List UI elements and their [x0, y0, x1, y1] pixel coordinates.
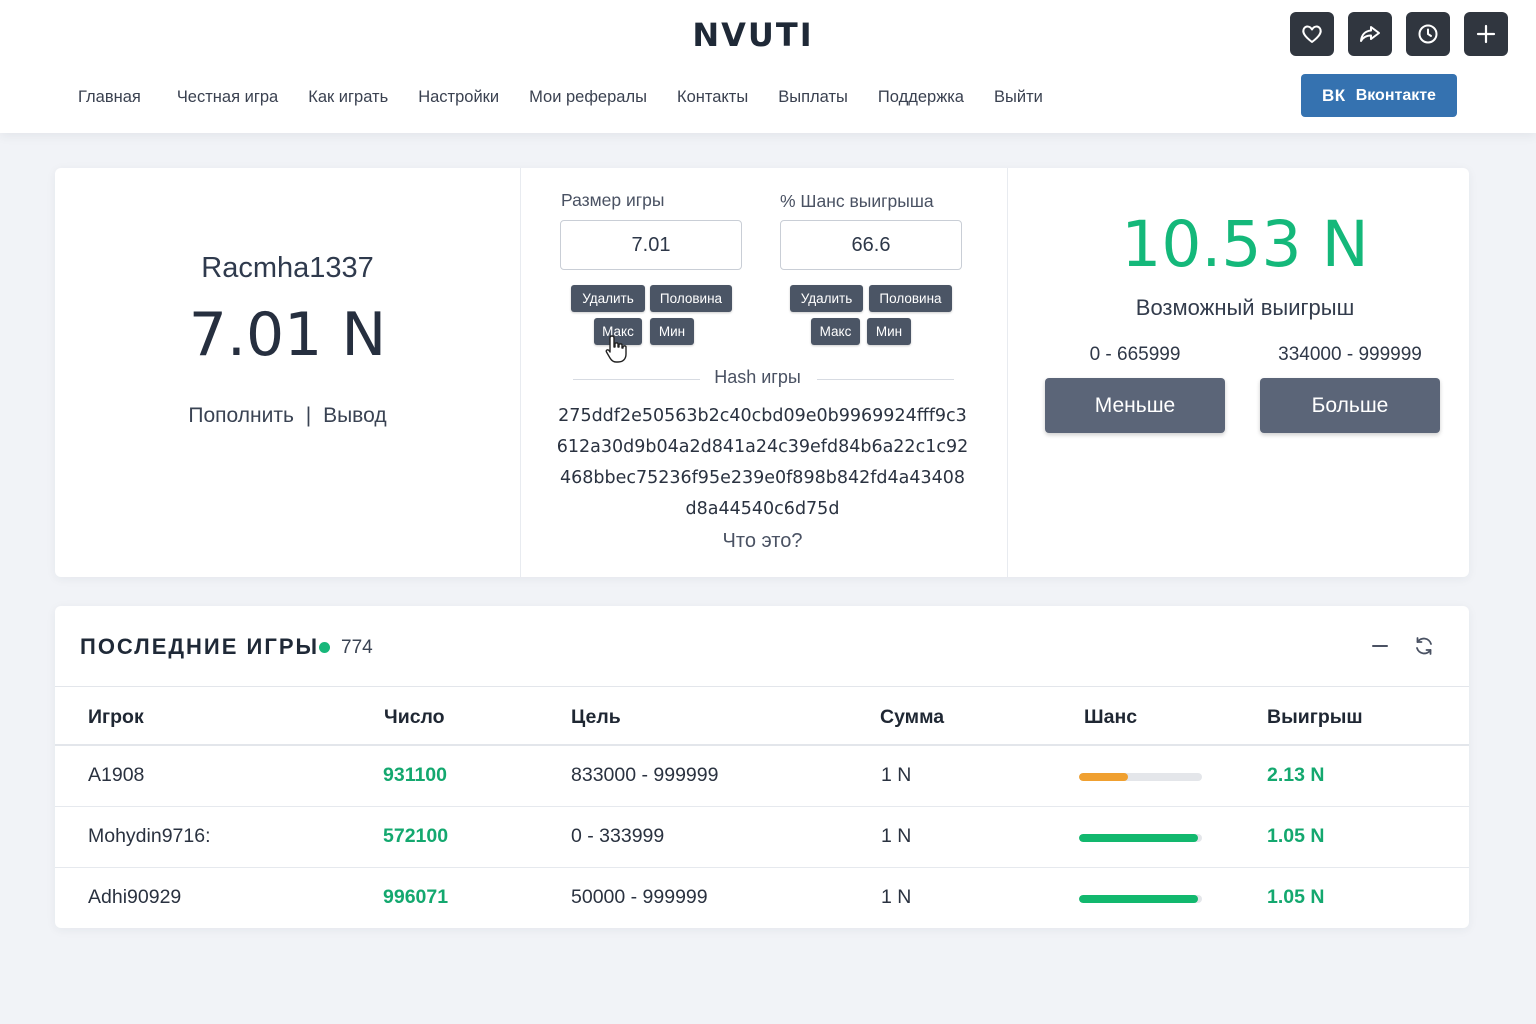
- range-low: 0 - 665999: [1089, 344, 1181, 365]
- cell-win: 1.05 N: [1267, 825, 1325, 847]
- column-sum: Сумма: [880, 706, 945, 728]
- bet-size-label: Размер игры: [561, 190, 665, 210]
- share-button[interactable]: [1348, 12, 1392, 56]
- win-chance-input[interactable]: 66.6: [780, 220, 962, 270]
- last-games-panel: ПОСЛЕДНИЕ ИГРЫ 774 Игрок Число Цель Сумм…: [55, 606, 1469, 928]
- main-nav: Главная Честная игра Как играть Настройк…: [78, 88, 1073, 107]
- top-header: NVUTI Главная Честная игра Как играть На…: [0, 0, 1536, 133]
- cell-number: 572100: [383, 825, 449, 847]
- table-header: Игрок Число Цель Сумма Шанс Выигрыш: [55, 686, 1469, 746]
- table-row: Mohydin9716: 572100 0 - 333999 1 N 1.05 …: [55, 807, 1469, 868]
- column-player: Игрок: [88, 706, 144, 728]
- cell-win: 2.13 N: [1267, 764, 1325, 786]
- bet-min-button[interactable]: Мин: [650, 318, 694, 345]
- bet-more-button[interactable]: Больше: [1260, 378, 1440, 433]
- site-logo[interactable]: NVUTI: [0, 16, 1506, 54]
- balance: 7.01 N: [188, 300, 387, 370]
- table-row: A1908 931100 833000 - 999999 1 N 2.13 N: [55, 746, 1469, 807]
- bet-size-input[interactable]: 7.01: [560, 220, 742, 270]
- last-games-title: ПОСЛЕДНИЕ ИГРЫ: [80, 634, 320, 659]
- nav-settings[interactable]: Настройки: [418, 88, 499, 107]
- what-is-this-link[interactable]: Что это?: [520, 530, 1005, 553]
- nav-how-to-play[interactable]: Как играть: [308, 88, 388, 107]
- online-status-dot: [319, 642, 330, 653]
- chance-bar: [1079, 895, 1202, 903]
- possible-win-label: Возможный выигрыш: [1135, 295, 1355, 320]
- table-row: Adhi90929 996071 50000 - 999999 1 N 1.05…: [55, 868, 1469, 928]
- chance-max-button[interactable]: Макс: [811, 318, 860, 345]
- chance-min-button[interactable]: Мин: [867, 318, 911, 345]
- cell-player: Mohydin9716:: [88, 825, 211, 847]
- chance-bar-fill: [1079, 773, 1129, 781]
- nav-support[interactable]: Поддержка: [878, 88, 964, 107]
- nav-contacts[interactable]: Контакты: [677, 88, 748, 107]
- link-separator: |: [305, 404, 312, 427]
- favorite-button[interactable]: [1290, 12, 1334, 56]
- cell-player: A1908: [88, 764, 145, 786]
- vk-button[interactable]: ВК Вконтакте: [1301, 74, 1457, 117]
- bet-half-button[interactable]: Половина: [650, 285, 732, 312]
- nav-payouts[interactable]: Выплаты: [778, 88, 848, 107]
- column-chance: Шанс: [1084, 706, 1138, 728]
- column-target: Цель: [571, 706, 621, 728]
- fund-links: Пополнить | Вывод: [55, 404, 520, 428]
- chance-clear-button[interactable]: Удалить: [790, 285, 863, 312]
- withdraw-link[interactable]: Вывод: [323, 404, 387, 427]
- cell-player: Adhi90929: [88, 886, 182, 908]
- add-button[interactable]: [1464, 12, 1508, 56]
- refresh-icon[interactable]: [1412, 634, 1436, 658]
- chance-half-button[interactable]: Половина: [869, 285, 952, 312]
- game-hash: 275ddf2e50563b2c40cbd09e0b9969924fff9c36…: [556, 406, 969, 519]
- cell-number: 931100: [383, 764, 447, 786]
- bet-less-button[interactable]: Меньше: [1045, 378, 1225, 433]
- bet-clear-button[interactable]: Удалить: [571, 285, 645, 312]
- possible-win-amount: 10.53 N: [1121, 208, 1369, 281]
- game-panel: Racmha1337 7.01 N Пополнить | Вывод Разм…: [55, 168, 1469, 577]
- chance-bar-fill: [1079, 895, 1199, 903]
- heart-icon: [1302, 25, 1322, 43]
- nav-referrals[interactable]: Мои рефералы: [529, 88, 647, 107]
- share-icon: [1360, 26, 1380, 42]
- cell-sum: 1 N: [881, 886, 912, 908]
- cell-sum: 1 N: [881, 825, 912, 847]
- range-high: 334000 - 999999: [1278, 344, 1422, 365]
- hash-divider-right: [817, 379, 954, 380]
- history-clock-icon: [1418, 24, 1438, 44]
- nav-home[interactable]: Главная: [78, 88, 141, 107]
- plus-icon: [1476, 24, 1496, 44]
- hash-title: Hash игры: [714, 367, 801, 387]
- column-number: Число: [384, 706, 445, 728]
- deposit-link[interactable]: Пополнить: [188, 404, 294, 427]
- cell-win: 1.05 N: [1267, 886, 1325, 908]
- cell-target: 833000 - 999999: [571, 764, 719, 786]
- column-divider: [1007, 168, 1008, 577]
- chance-bar-fill: [1079, 834, 1199, 842]
- vk-button-label: Вконтакте: [1355, 86, 1436, 104]
- cell-sum: 1 N: [881, 764, 912, 786]
- history-button[interactable]: [1406, 12, 1450, 56]
- cell-target: 50000 - 999999: [571, 886, 708, 908]
- header-icon-buttons: [1290, 12, 1508, 56]
- chance-bar: [1079, 834, 1202, 842]
- column-win: Выигрыш: [1267, 706, 1363, 728]
- hand-cursor-icon: [605, 335, 627, 363]
- cell-target: 0 - 333999: [571, 825, 665, 847]
- online-count: 774: [341, 637, 373, 658]
- nav-fair-game[interactable]: Честная игра: [177, 88, 278, 107]
- nav-logout[interactable]: Выйти: [994, 88, 1043, 107]
- username: Racmha1337: [201, 252, 374, 284]
- cell-number: 996071: [383, 886, 449, 908]
- chance-bar: [1079, 773, 1202, 781]
- win-chance-label: % Шанс выигрыша: [780, 191, 934, 211]
- minimize-icon[interactable]: [1368, 634, 1392, 658]
- vk-icon: ВК: [1322, 85, 1346, 105]
